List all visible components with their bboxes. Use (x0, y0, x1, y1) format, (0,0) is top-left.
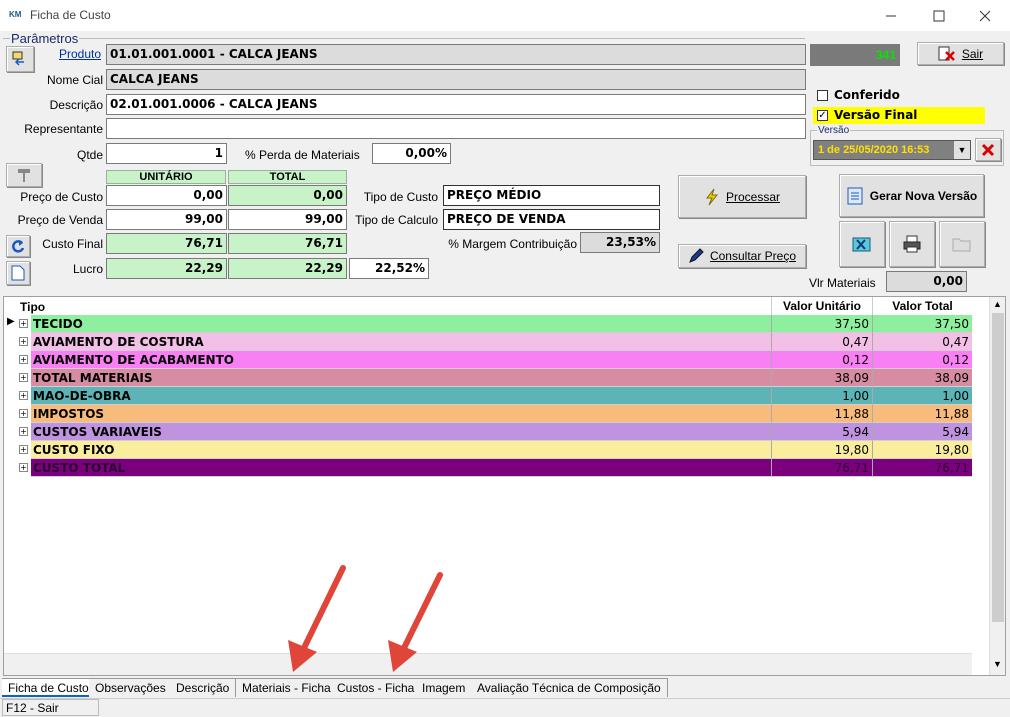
status-bar: F12 - Sair (0, 698, 1010, 717)
tab-observacoes[interactable]: Observações (89, 678, 173, 697)
tab-avaliacao-tecnica[interactable]: Avaliação Técnica de Composição (471, 678, 668, 697)
annotation-arrows (288, 565, 443, 672)
annotation-arrow-custos (388, 572, 443, 672)
tab-custos-ficha[interactable]: Custos - Ficha (331, 678, 422, 697)
annotation-arrow-materiais (288, 565, 346, 672)
tab-materiais-ficha[interactable]: Materiais - Ficha (236, 678, 338, 697)
tab-imagem[interactable]: Imagem (416, 678, 473, 697)
status-hint: F12 - Sair (2, 699, 99, 716)
tab-descricao[interactable]: Descrição (170, 678, 237, 697)
tab-ficha-de-custo[interactable]: Ficha de Custo (2, 678, 96, 697)
tab-strip: Ficha de Custo Observações Descrição Mat… (0, 678, 1010, 697)
